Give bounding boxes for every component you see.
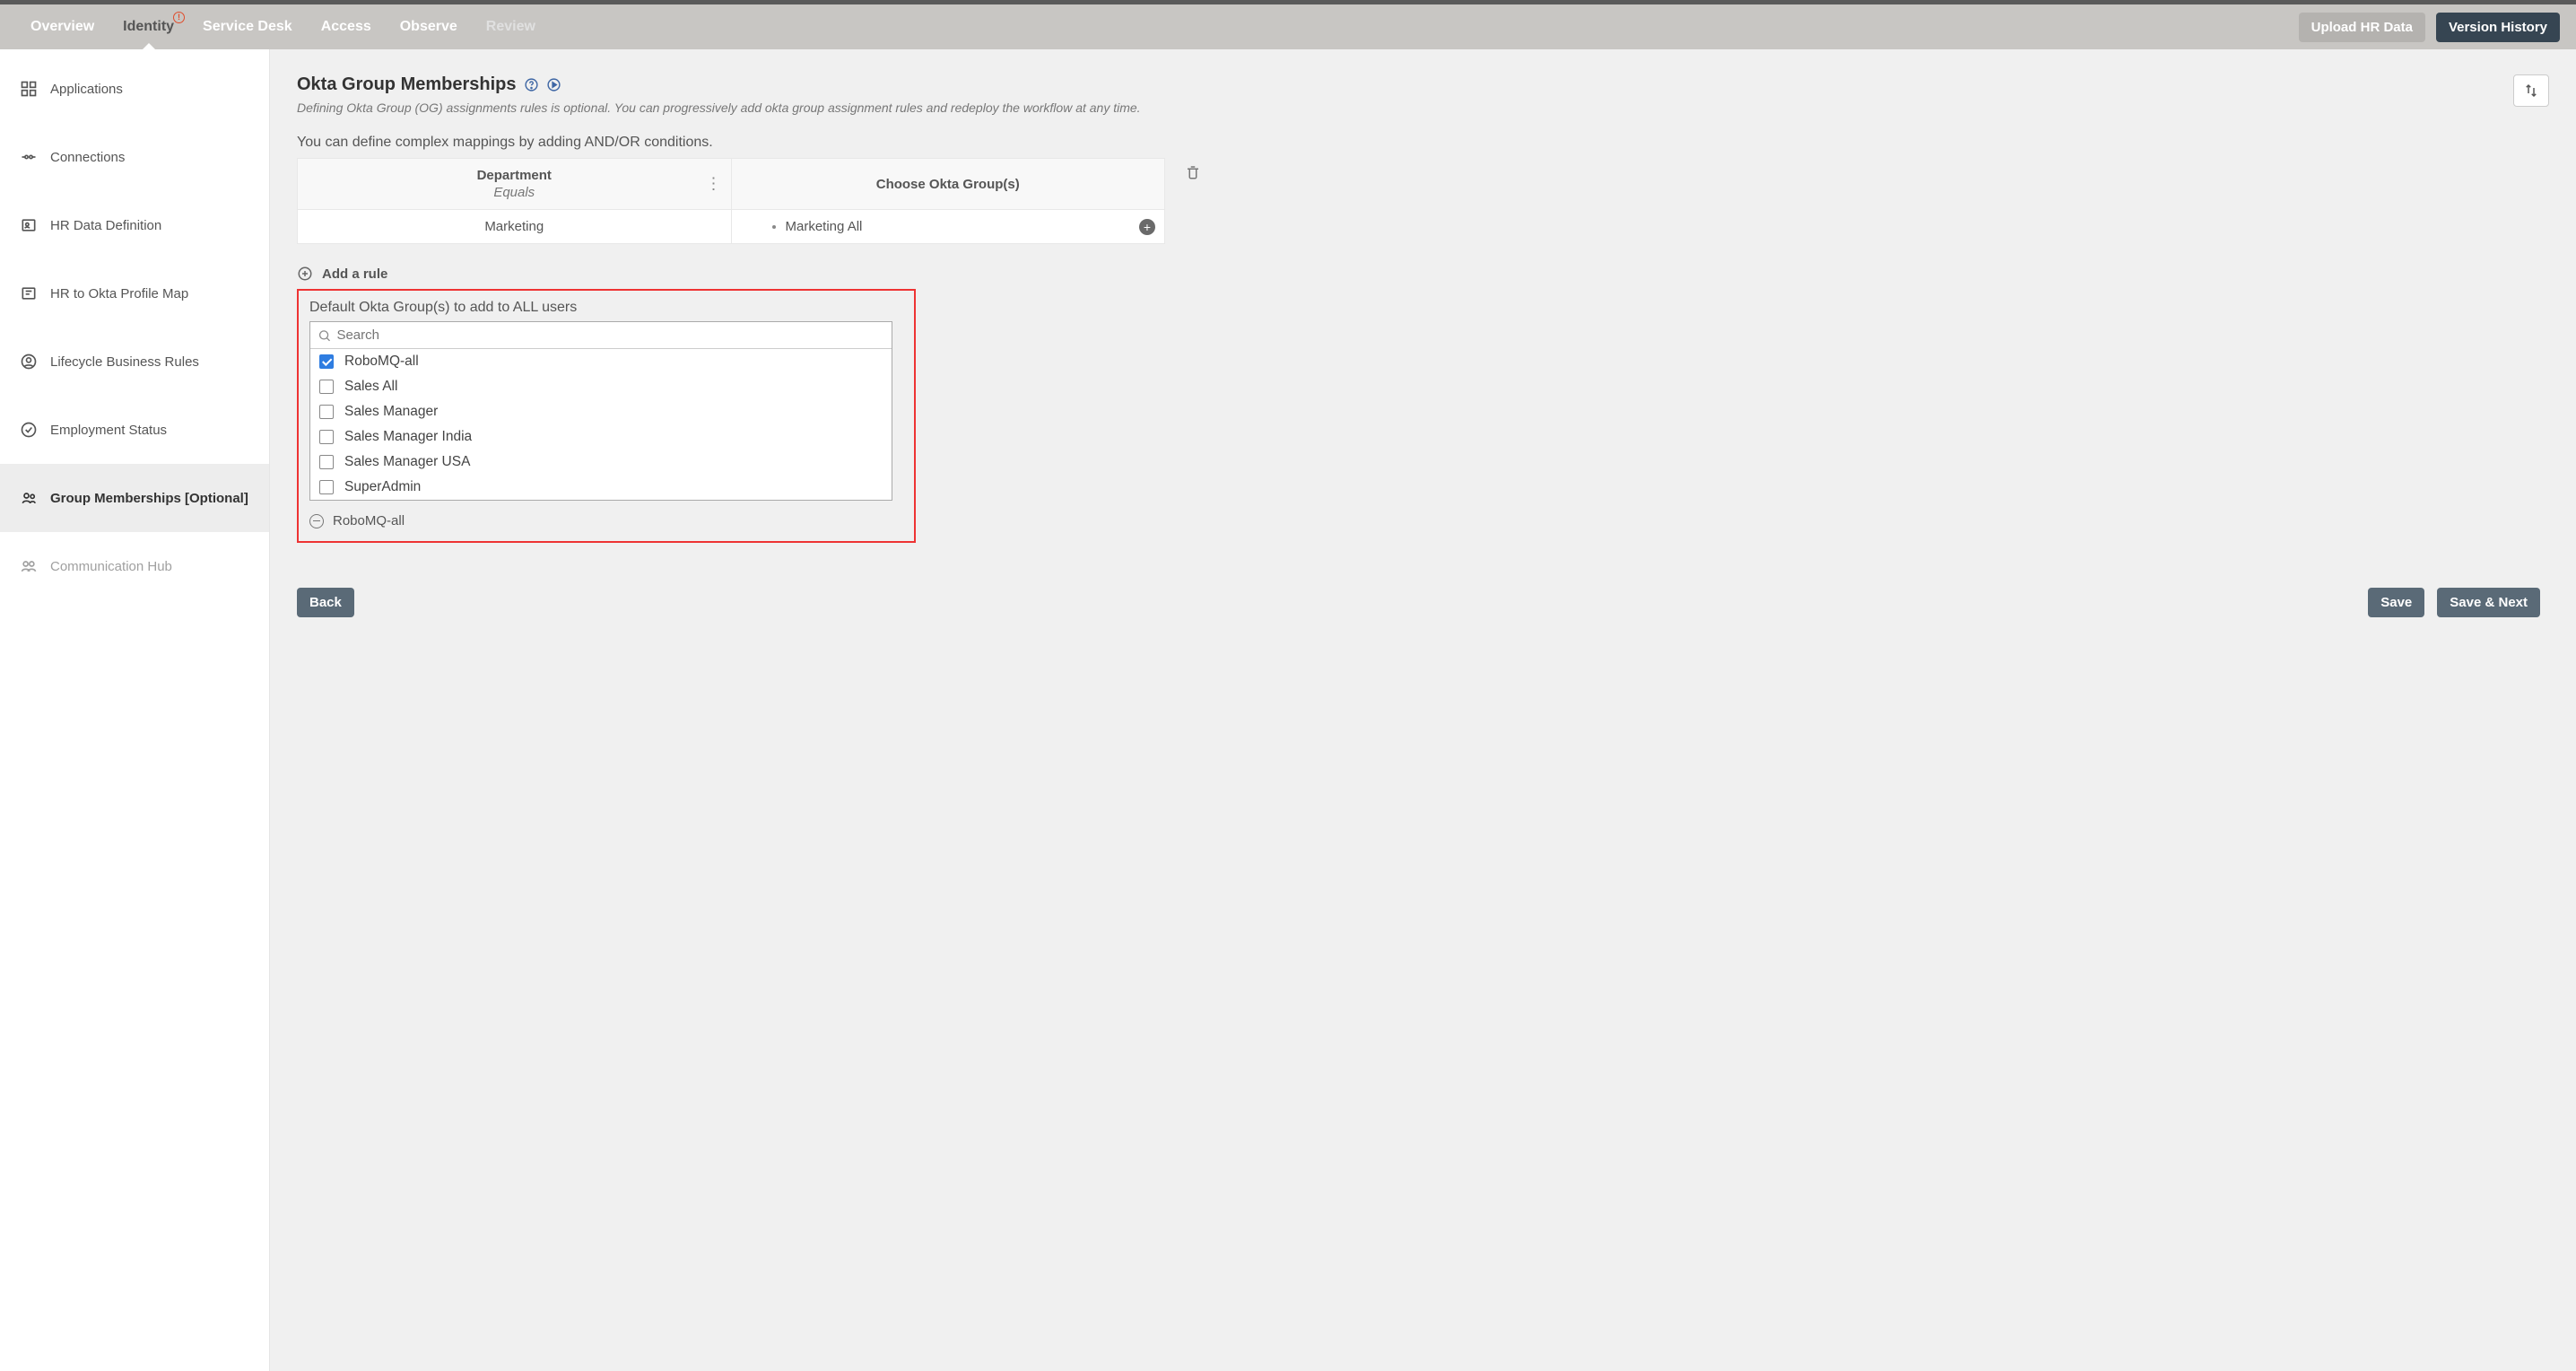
play-icon[interactable] [546, 77, 561, 92]
nav-tabs: Overview Identity ! Service Desk Access … [16, 4, 2299, 49]
check-circle-icon [20, 421, 38, 439]
option-superadmin[interactable]: SuperAdmin [310, 475, 892, 500]
version-history-button[interactable]: Version History [2436, 13, 2560, 42]
column-menu-icon[interactable]: ⋮ [706, 175, 722, 194]
sidebar-item-communication-hub[interactable]: Communication Hub [0, 532, 269, 600]
sidebar: Applications Connections HR Data Definit… [0, 49, 270, 1371]
sort-icon [2523, 83, 2539, 99]
rule-header-left: Department Equals ⋮ [298, 159, 732, 209]
user-circle-icon [20, 353, 38, 371]
map-icon [20, 284, 38, 302]
mapping-description: You can define complex mappings by addin… [297, 135, 2549, 151]
reorder-button[interactable] [2513, 74, 2549, 107]
rule-table: Department Equals ⋮ Choose Okta Group(s)… [297, 158, 1165, 244]
link-icon [20, 148, 38, 166]
rule-cell-groups[interactable]: Marketing All + [732, 210, 1165, 243]
grid-icon [20, 80, 38, 98]
option-robomq-all[interactable]: RoboMQ-all [310, 349, 892, 374]
tab-observe[interactable]: Observe [386, 4, 472, 49]
sidebar-item-label: Employment Status [50, 423, 167, 438]
users-icon [20, 489, 38, 507]
chip-label: RoboMQ-all [333, 513, 405, 528]
sidebar-item-hr-data-definition[interactable]: HR Data Definition [0, 191, 269, 259]
search-icon [318, 328, 331, 343]
tab-service-desk[interactable]: Service Desk [188, 4, 307, 49]
checkbox-icon[interactable] [319, 455, 334, 469]
users2-icon [20, 557, 38, 575]
sidebar-item-label: HR Data Definition [50, 218, 161, 233]
sidebar-item-label: Communication Hub [50, 559, 172, 574]
option-sales-all[interactable]: Sales All [310, 374, 892, 399]
checkbox-icon[interactable] [319, 480, 334, 494]
sidebar-item-label: HR to Okta Profile Map [50, 286, 188, 301]
sidebar-item-label: Group Memberships [Optional] [50, 491, 248, 506]
sidebar-item-label: Lifecycle Business Rules [50, 354, 199, 370]
alert-icon: ! [173, 12, 185, 23]
selected-chip[interactable]: RoboMQ-all [309, 513, 903, 528]
option-sales-manager-usa[interactable]: Sales Manager USA [310, 450, 892, 475]
sidebar-item-group-memberships[interactable]: Group Memberships [Optional] [0, 464, 269, 532]
checkbox-icon[interactable] [319, 380, 334, 394]
sidebar-item-label: Applications [50, 82, 123, 97]
option-sales-manager-india[interactable]: Sales Manager India [310, 424, 892, 450]
page-subtitle: Defining Okta Group (OG) assignments rul… [297, 100, 1141, 115]
default-group-panel: Default Okta Group(s) to add to ALL user… [297, 289, 916, 543]
help-icon[interactable] [524, 77, 539, 92]
rule-header-right: Choose Okta Group(s) [732, 159, 1165, 209]
sidebar-item-lifecycle-business-rules[interactable]: Lifecycle Business Rules [0, 327, 269, 396]
save-next-button[interactable]: Save & Next [2437, 588, 2540, 617]
search-input[interactable] [336, 327, 884, 343]
save-button[interactable]: Save [2368, 588, 2424, 617]
tab-identity[interactable]: Identity ! [109, 4, 188, 49]
add-group-icon[interactable]: + [1139, 219, 1155, 235]
main-content: Okta Group Memberships Defining Okta Gro… [270, 49, 2576, 1371]
plus-circle-icon [297, 266, 313, 282]
upload-hr-data-button[interactable]: Upload HR Data [2299, 13, 2425, 42]
page-title: Okta Group Memberships [297, 74, 517, 95]
default-group-label: Default Okta Group(s) to add to ALL user… [309, 300, 903, 316]
options-list[interactable]: RoboMQ-all Sales All Sales Manager Sales… [310, 349, 892, 500]
checkbox-icon[interactable] [319, 430, 334, 444]
sidebar-item-employment-status[interactable]: Employment Status [0, 396, 269, 464]
tab-access[interactable]: Access [307, 4, 386, 49]
back-button[interactable]: Back [297, 588, 354, 617]
sidebar-item-hr-to-okta-profile-map[interactable]: HR to Okta Profile Map [0, 259, 269, 327]
sidebar-item-label: Connections [50, 150, 125, 165]
option-sales-manager[interactable]: Sales Manager [310, 399, 892, 424]
remove-chip-icon[interactable] [309, 514, 324, 528]
rule-cell-department[interactable]: Marketing [298, 210, 732, 243]
add-rule-button[interactable]: Add a rule [297, 266, 2549, 282]
id-icon [20, 216, 38, 234]
group-search-select: RoboMQ-all Sales All Sales Manager Sales… [309, 321, 892, 501]
top-nav: Overview Identity ! Service Desk Access … [0, 4, 2576, 49]
checkbox-icon[interactable] [319, 354, 334, 369]
tab-overview[interactable]: Overview [16, 4, 109, 49]
checkbox-icon[interactable] [319, 405, 334, 419]
tab-review[interactable]: Review [472, 4, 550, 49]
trash-icon[interactable] [1185, 163, 1201, 181]
sidebar-item-connections[interactable]: Connections [0, 123, 269, 191]
sidebar-item-applications[interactable]: Applications [0, 55, 269, 123]
